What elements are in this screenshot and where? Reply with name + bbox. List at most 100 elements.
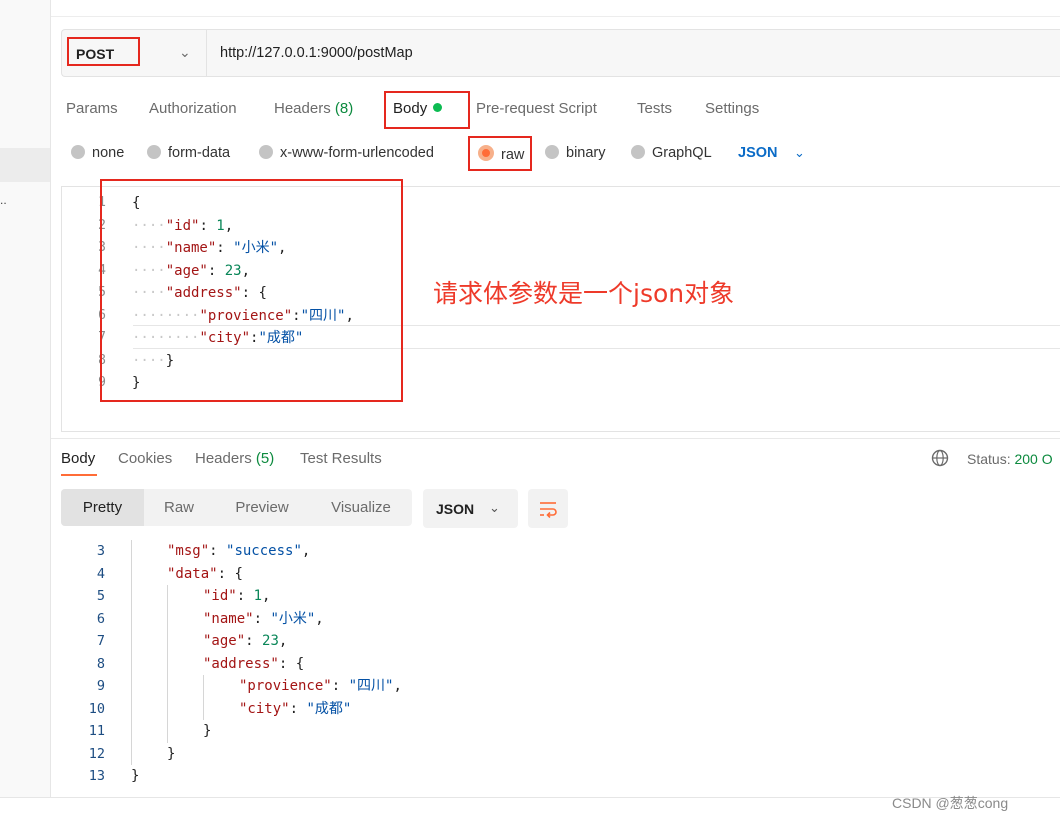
- url-input[interactable]: http://127.0.0.1:9000/postMap: [220, 45, 413, 61]
- response-line: 8 "address": {: [51, 653, 1060, 676]
- view-raw-button[interactable]: Raw: [144, 489, 214, 526]
- code-token: "四川": [348, 678, 394, 694]
- radio-icon: [545, 145, 559, 159]
- response-line: 6 "name": "小米",: [51, 608, 1060, 631]
- response-line: 11}: [51, 720, 1060, 743]
- code-token: }: [167, 745, 176, 762]
- response-tab-cookies[interactable]: Cookies: [118, 450, 172, 467]
- response-line: 12}: [51, 743, 1060, 766]
- response-divider: [51, 438, 1060, 439]
- indent-guide-line: [203, 675, 204, 720]
- body-type-form-data[interactable]: form-data: [147, 145, 230, 161]
- code-token: ,: [301, 543, 311, 559]
- response-status: Status: 200 O: [967, 451, 1053, 467]
- radio-icon: [71, 145, 85, 159]
- sidebar-active-item[interactable]: [0, 148, 50, 182]
- view-visualize-button[interactable]: Visualize: [310, 489, 412, 526]
- code-token: 1: [253, 588, 263, 604]
- highlight-method: [67, 37, 140, 66]
- code-token: :: [209, 543, 227, 559]
- code-text: "id": 1,: [203, 585, 270, 608]
- body-type-graphql[interactable]: GraphQL: [631, 145, 712, 161]
- tab-tests[interactable]: Tests: [637, 100, 672, 117]
- tab-authorization[interactable]: Authorization: [149, 100, 237, 117]
- code-token: :: [253, 610, 271, 627]
- status-label: Status:: [967, 451, 1011, 467]
- active-tab-indicator: [61, 474, 97, 476]
- tab-headers-label: Headers: [274, 100, 331, 117]
- code-token: ,: [262, 588, 271, 604]
- line-number: 13: [88, 768, 105, 784]
- response-tab-headers-label: Headers: [195, 450, 252, 467]
- response-line: 13}: [51, 765, 1060, 788]
- tab-params[interactable]: Params: [66, 100, 118, 117]
- code-token: "msg": [167, 543, 210, 559]
- radio-icon: [147, 145, 161, 159]
- body-type-graphql-label: GraphQL: [652, 145, 712, 161]
- code-text: "msg": "success",: [167, 540, 310, 563]
- code-token: :: [289, 700, 307, 717]
- wrap-lines-button[interactable]: [528, 489, 568, 528]
- code-text: "city": "成都": [239, 698, 351, 721]
- response-body-viewer[interactable]: 3 "msg": "success", 4 "data": {5 "id": 1, 6 "n…: [51, 540, 1060, 797]
- view-pretty-button[interactable]: Pretty: [61, 489, 144, 526]
- code-token: ,: [315, 610, 324, 627]
- highlight-request-body: [100, 179, 403, 402]
- code-text: "provience": "四川",: [239, 675, 402, 698]
- line-number: 5: [96, 588, 105, 604]
- code-text: }: [203, 720, 211, 743]
- indent-guide-line: [131, 540, 132, 765]
- code-token: "provience": [239, 678, 332, 694]
- response-format-select[interactable]: JSON ⌄: [423, 489, 518, 528]
- code-token: :: [236, 588, 254, 604]
- radio-icon: [631, 145, 645, 159]
- code-token: "success": [226, 543, 302, 559]
- top-strip: [51, 0, 1060, 17]
- status-value: 200 O: [1014, 451, 1053, 467]
- tab-headers-count: (8): [334, 100, 354, 117]
- sidebar-truncated-label: ..: [0, 193, 7, 207]
- code-token: :: [245, 633, 263, 649]
- chevron-down-icon: ⌄: [489, 500, 500, 515]
- code-token: }: [131, 768, 140, 784]
- code-text: "age": 23,: [203, 630, 287, 653]
- code-token: "city": [239, 700, 290, 717]
- code-token: "小米": [270, 610, 316, 627]
- tab-pre-request-script[interactable]: Pre-request Script: [476, 100, 597, 117]
- response-tab-test-results[interactable]: Test Results: [300, 450, 382, 467]
- view-preview-button[interactable]: Preview: [214, 489, 310, 526]
- annotation-text: 请求体参数是一个json对象: [433, 279, 735, 308]
- code-text: }: [131, 765, 139, 788]
- wrap-icon: [540, 502, 557, 518]
- radio-icon: [259, 145, 273, 159]
- body-format-select[interactable]: JSON: [738, 145, 778, 161]
- code-token: "成都": [306, 700, 352, 717]
- body-type-urlencoded[interactable]: x-www-form-urlencoded: [259, 145, 434, 161]
- line-number: 12: [88, 745, 105, 762]
- highlight-body-tab: [384, 91, 470, 129]
- response-tab-body[interactable]: Body: [61, 450, 95, 467]
- body-type-binary[interactable]: binary: [545, 145, 606, 161]
- response-tab-headers[interactable]: Headers (5): [195, 450, 274, 467]
- chevron-down-icon[interactable]: ⌄: [794, 145, 805, 161]
- code-text: "name": "小米",: [203, 608, 324, 631]
- body-type-form-data-label: form-data: [168, 145, 231, 161]
- code-token: :: [278, 655, 296, 672]
- tab-settings[interactable]: Settings: [705, 100, 759, 117]
- code-token: "name": [203, 610, 254, 627]
- line-number: 7: [96, 633, 105, 649]
- globe-icon[interactable]: [931, 449, 949, 472]
- line-number: 4: [96, 565, 105, 582]
- code-token: "age": [203, 633, 246, 649]
- tab-headers[interactable]: Headers (8): [274, 100, 353, 117]
- code-token: ,: [278, 633, 288, 649]
- highlight-raw: [468, 136, 532, 171]
- code-token: "data": [167, 565, 218, 582]
- line-number: 9: [96, 678, 105, 694]
- body-type-none[interactable]: none: [71, 145, 124, 161]
- request-bar: POST ⌄ http://127.0.0.1:9000/postMap: [61, 29, 1060, 77]
- line-number: 3: [96, 543, 105, 559]
- response-format-label: JSON: [436, 501, 475, 517]
- response-line: 7 "age": 23,: [51, 630, 1060, 653]
- response-line: 3 "msg": "success",: [51, 540, 1060, 563]
